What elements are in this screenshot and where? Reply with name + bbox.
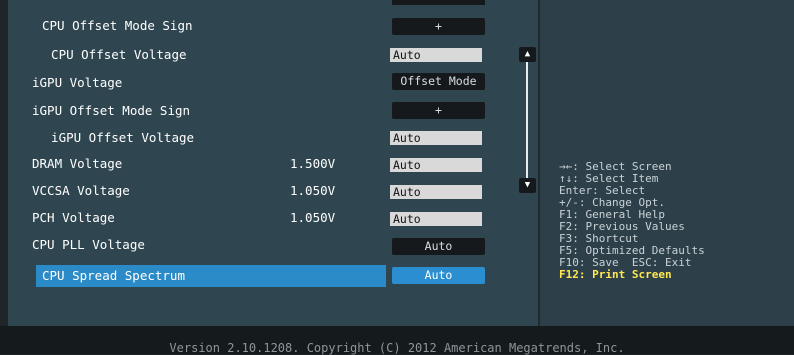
setting-current-value: 1.050V: [290, 183, 336, 198]
copyright-text: Version 2.10.1208. Copyright (C) 2012 Am…: [169, 341, 625, 355]
setting-current-value: 1.500V: [290, 156, 336, 171]
help-line: F1: General Help: [559, 208, 665, 221]
setting-label: VCCSA Voltage: [32, 183, 130, 198]
cpu-offset-mode-sign-button[interactable]: +: [392, 18, 485, 35]
igpu-offset-mode-sign-button[interactable]: +: [392, 102, 485, 119]
scrollbar-track[interactable]: [526, 56, 528, 186]
help-line: Enter: Select: [559, 184, 646, 197]
bios-screen: CPU Offset Mode Sign + CPU Offset Voltag…: [0, 0, 794, 354]
setting-label: PCH Voltage: [32, 210, 115, 225]
help-line-highlight: F12: Print Screen: [559, 268, 672, 281]
setting-label: iGPU Offset Mode Sign: [32, 103, 191, 118]
cpu-offset-voltage-field[interactable]: Auto: [390, 48, 482, 62]
help-line: →←: Select Screen: [559, 160, 672, 173]
dram-voltage-field[interactable]: Auto: [390, 158, 482, 172]
help-line: ↑↓: Select Item: [559, 172, 659, 185]
help-line: F3: Shortcut: [559, 232, 639, 245]
igpu-offset-voltage-field[interactable]: Auto: [390, 131, 482, 145]
vccsa-voltage-field[interactable]: Auto: [390, 185, 482, 199]
setting-label: CPU Spread Spectrum: [42, 268, 185, 283]
setting-label: CPU PLL Voltage: [32, 237, 145, 252]
setting-label: iGPU Voltage: [32, 75, 123, 90]
setting-label: iGPU Offset Voltage: [36, 130, 195, 145]
help-line: F10: Save ESC: Exit: [559, 256, 692, 269]
pch-voltage-field[interactable]: Auto: [390, 212, 482, 226]
setting-current-value: 1.050V: [290, 210, 336, 225]
cpu-spread-spectrum-button[interactable]: Auto: [392, 267, 485, 284]
help-line: F5: Optimized Defaults: [559, 244, 705, 257]
setting-row-cpu-spread-spectrum[interactable]: CPU Spread Spectrum: [36, 265, 386, 287]
scroll-down-icon[interactable]: ▼: [519, 178, 536, 193]
setting-label: CPU Offset Mode Sign: [42, 18, 193, 33]
setting-label: CPU Offset Voltage: [36, 47, 187, 62]
clipped-button-fragment: [392, 0, 485, 5]
igpu-voltage-button[interactable]: Offset Mode: [392, 73, 485, 90]
scroll-up-icon[interactable]: ▲: [519, 47, 536, 62]
help-line: F2: Previous Values: [559, 220, 685, 233]
help-line: +/-: Change Opt.: [559, 196, 665, 209]
setting-label: DRAM Voltage: [32, 156, 123, 171]
cpu-pll-voltage-button[interactable]: Auto: [392, 238, 485, 255]
